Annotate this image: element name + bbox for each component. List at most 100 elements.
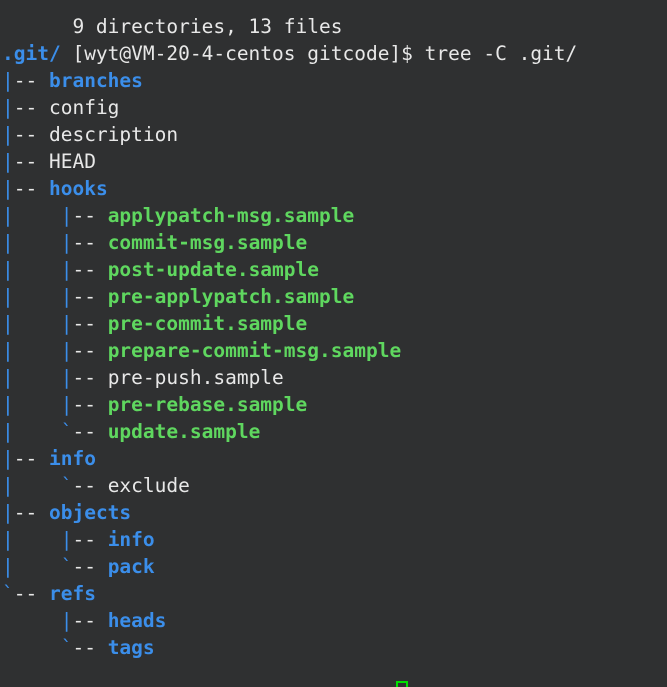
tree-entry-exec: post-update.sample (107, 258, 320, 281)
tree-connector-dashes: -- (72, 204, 108, 227)
tree-connector-dashes: -- (13, 582, 49, 605)
tree-indent-guide (2, 636, 61, 659)
tree-line: |-- heads (0, 607, 667, 634)
tree-line: |-- branches (0, 67, 667, 94)
tree-entry-exec: commit-msg.sample (107, 231, 308, 254)
tree-entry-dir: objects (48, 501, 132, 524)
tree-connector-glyph: | (60, 609, 73, 632)
tree-output: .git/|-- branches |-- config |-- descripti… (0, 40, 667, 661)
tree-line: | `-- update.sample (0, 418, 667, 445)
tree-connector-glyph: | (60, 312, 73, 335)
tree-connector-dashes: -- (72, 285, 108, 308)
tree-entry-exec: pre-applypatch.sample (107, 285, 355, 308)
tree-line: |-- HEAD (0, 148, 667, 175)
tree-connector-dashes: -- (72, 258, 108, 281)
tree-indent-guide: | (2, 339, 61, 362)
tree-connector-glyph: | (2, 69, 14, 92)
tree-indent-guide: | (2, 231, 61, 254)
tree-line: | |-- pre-commit.sample (0, 310, 667, 337)
shell-prompt: [wyt@VM-20-4-centos gitcode]$ (72, 42, 425, 65)
tree-indent-guide: | (2, 420, 61, 443)
tree-entry-dir: info (107, 528, 155, 551)
tree-line: | |-- pre-push.sample (0, 364, 667, 391)
scrollback-partial-line: 9 directories, 13 files (0, 0, 667, 38)
tree-indent-guide: | (2, 366, 61, 389)
tree-entry-exec: pre-rebase.sample (107, 393, 308, 416)
tree-connector-dashes: -- (72, 231, 108, 254)
tree-connector-dashes: -- (72, 474, 108, 497)
tree-indent-guide: | (2, 204, 61, 227)
tree-connector-dashes: -- (72, 393, 108, 416)
tree-line: | |-- commit-msg.sample (0, 229, 667, 256)
tree-line: `-- refs (0, 580, 667, 607)
tree-line: | |-- pre-applypatch.sample (0, 283, 667, 310)
terminal-screen[interactable]: 9 directories, 13 files [wyt@VM-20-4-cen… (0, 0, 667, 687)
tree-entry-dir: pack (107, 555, 155, 578)
tree-entry-file: HEAD (48, 150, 96, 173)
tree-indent-guide: | (2, 474, 61, 497)
tree-line: |-- description (0, 121, 667, 148)
tree-entry-file: config (48, 96, 120, 119)
tree-entry-dir: hooks (48, 177, 108, 200)
tree-indent-guide (2, 609, 61, 632)
tree-connector-dashes: -- (13, 150, 49, 173)
tree-indent-guide: | (2, 528, 61, 551)
tree-line: | |-- post-update.sample (0, 256, 667, 283)
tree-line: | |-- prepare-commit-msg.sample (0, 337, 667, 364)
tree-connector-glyph: | (60, 231, 73, 254)
tree-entry-exec: pre-commit.sample (107, 312, 308, 335)
tree-entry-exec: applypatch-msg.sample (107, 204, 355, 227)
tree-connector-dashes: -- (13, 501, 49, 524)
tree-connector-glyph: | (60, 528, 73, 551)
tree-connector-glyph: | (2, 501, 14, 524)
tree-line: | |-- info (0, 526, 667, 553)
tree-connector-glyph: | (60, 339, 73, 362)
terminal-window[interactable]: 9 directories, 13 files [wyt@VM-20-4-cen… (0, 0, 667, 687)
tree-connector-dashes: -- (72, 609, 108, 632)
tree-connector-dashes: -- (72, 420, 108, 443)
scrollback-partial-text: 9 directories, 13 files (72, 15, 343, 38)
tree-connector-glyph: ` (60, 474, 73, 497)
tree-indent-guide: | (2, 312, 61, 335)
tree-connector-glyph: ` (60, 636, 73, 659)
tree-entry-dir: info (48, 447, 96, 470)
tree-connector-dashes: -- (72, 312, 108, 335)
tree-line: |-- hooks (0, 175, 667, 202)
tree-connector-glyph: | (2, 96, 14, 119)
tree-connector-glyph: | (2, 150, 14, 173)
tree-line: | |-- pre-rebase.sample (0, 391, 667, 418)
tree-line: |-- objects (0, 499, 667, 526)
tree-connector-dashes: -- (13, 96, 49, 119)
tree-entry-exec: prepare-commit-msg.sample (107, 339, 402, 362)
command-input[interactable]: tree -C .git/ (425, 42, 578, 65)
tree-connector-glyph: | (60, 258, 73, 281)
tree-line: |-- config (0, 94, 667, 121)
tree-connector-glyph: ` (60, 555, 73, 578)
tree-entry-exec: update.sample (107, 420, 261, 443)
tree-entry-file: exclude (107, 474, 190, 497)
tree-line: `-- tags (0, 634, 667, 661)
tree-entry-dir: tags (107, 636, 155, 659)
tree-connector-glyph: | (60, 204, 73, 227)
tree-indent-guide: | (2, 258, 61, 281)
tree-line: |-- info (0, 445, 667, 472)
tree-entry-file: pre-push.sample (107, 366, 284, 389)
tree-connector-dashes: -- (72, 636, 108, 659)
tree-entry-dir: heads (107, 609, 167, 632)
tree-line: | `-- exclude (0, 472, 667, 499)
tree-entry-dir: branches (48, 69, 143, 92)
tree-connector-glyph: | (60, 393, 73, 416)
tree-connector-dashes: -- (13, 69, 49, 92)
tree-entry-dir: .git/ (2, 42, 61, 65)
tree-line: | `-- pack (0, 553, 667, 580)
tree-indent-guide: | (2, 393, 61, 416)
tree-connector-glyph: ` (60, 420, 73, 443)
tree-indent-guide: | (2, 285, 61, 308)
tree-connector-glyph: | (2, 177, 14, 200)
tree-connector-dashes: -- (72, 366, 108, 389)
text-cursor (396, 681, 408, 687)
tree-entry-dir: refs (48, 582, 96, 605)
tree-connector-dashes: -- (13, 447, 49, 470)
tree-connector-glyph: | (2, 123, 14, 146)
